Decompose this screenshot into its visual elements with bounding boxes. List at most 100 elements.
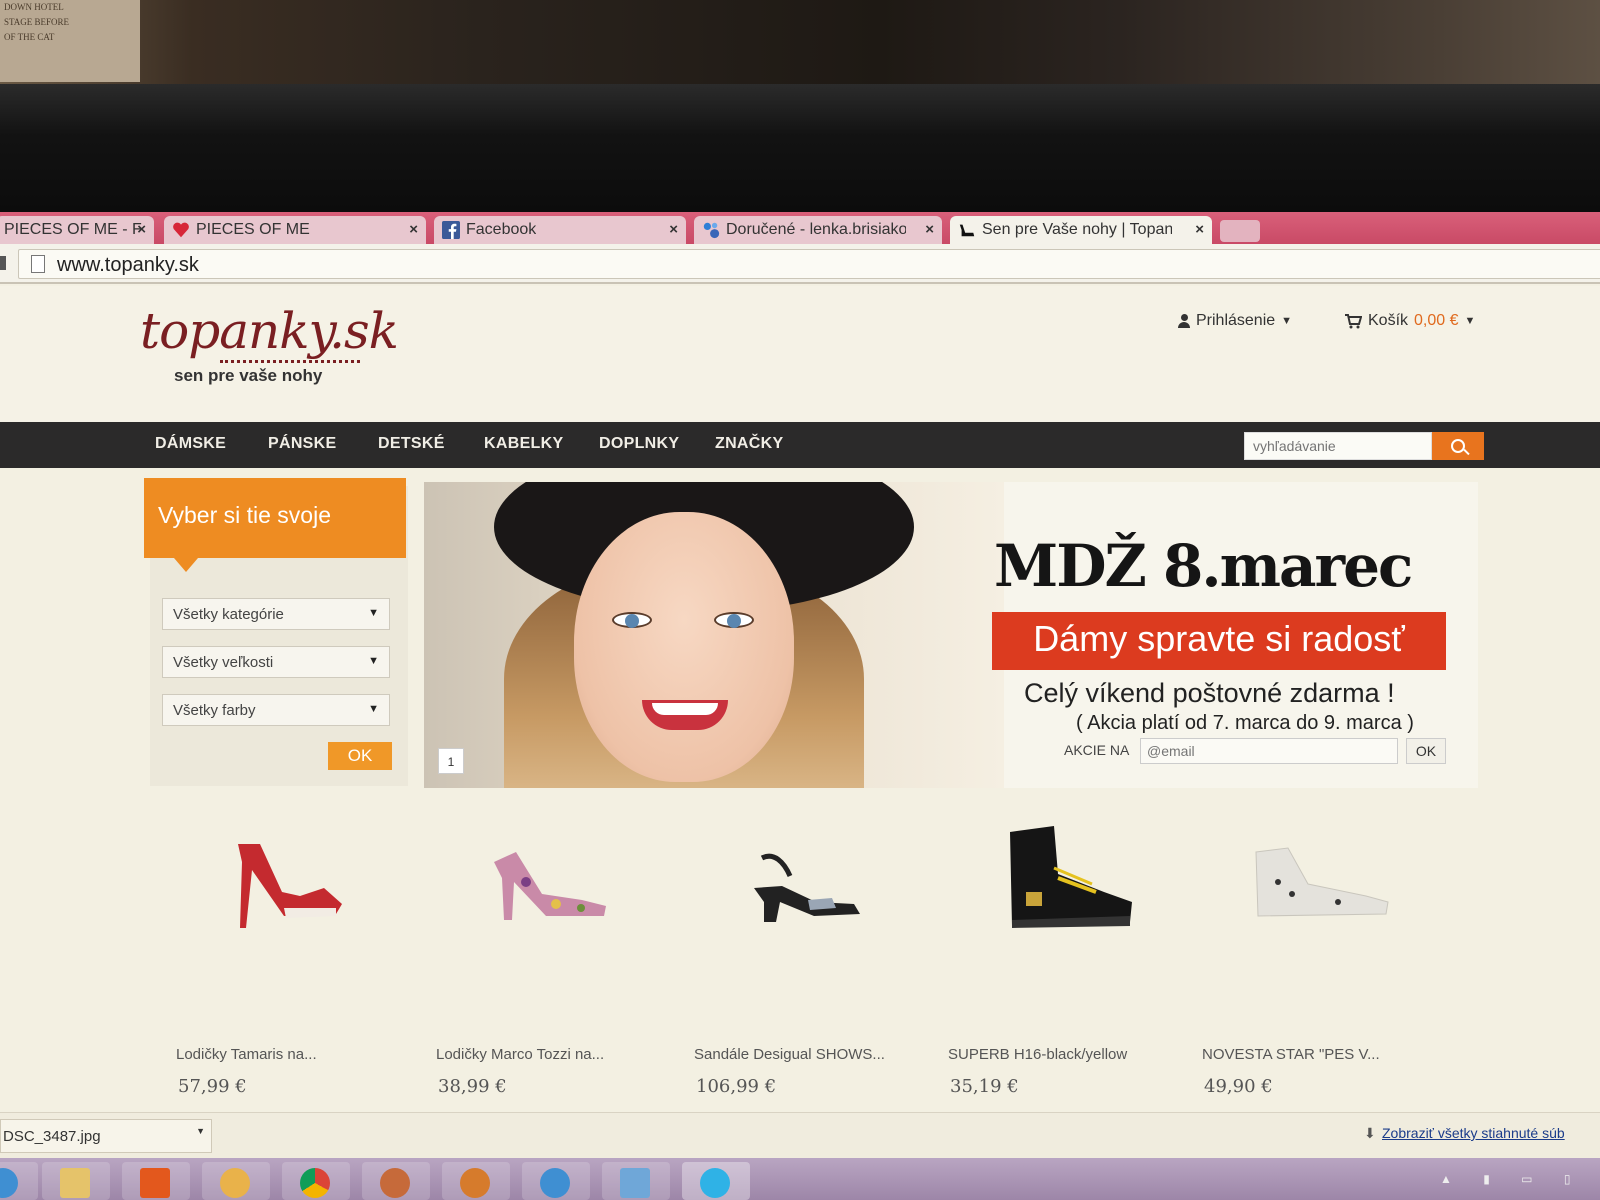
tab-title: PIECES OF ME - F: [4, 221, 142, 238]
filter-ok-button[interactable]: OK: [328, 742, 392, 770]
pump-shoe-image: [494, 852, 606, 920]
product-card[interactable]: NOVESTA STAR "PES V... 49,90 €: [1202, 822, 1432, 1122]
photo-eye: [714, 612, 754, 628]
back-button[interactable]: [0, 256, 6, 270]
banner-photo: 1: [424, 482, 1004, 788]
taskbar-app[interactable]: [442, 1162, 510, 1200]
product-card[interactable]: Sandále Desigual SHOWS... 106,99 €: [694, 822, 924, 1122]
itunes-icon: [540, 1168, 570, 1198]
background-poster: DOWN HOTEL STAGE BEFORE OF THE CAT: [0, 0, 140, 82]
windows-taskbar: ▲ ▮ ▭ ▯: [0, 1158, 1600, 1200]
tab-close-icon[interactable]: ×: [137, 221, 146, 238]
show-all-downloads-link[interactable]: Zobraziť všetky stiahnuté súb: [1382, 1125, 1565, 1141]
tab-title: Sen pre Vaše nohy | Topan: [982, 221, 1172, 238]
app-icon: [620, 1168, 650, 1198]
download-item[interactable]: DSC_3487.jpg ▼: [0, 1119, 212, 1153]
category-select-value: Všetky kategórie: [173, 606, 284, 623]
chrome-icon: [300, 1168, 330, 1198]
photo-smile: [642, 700, 728, 730]
taskbar-office[interactable]: [122, 1162, 190, 1200]
product-name: NOVESTA STAR "PES V...: [1202, 1046, 1380, 1063]
category-select[interactable]: Všetky kategórie ▼: [162, 598, 390, 630]
search-icon: [1451, 439, 1465, 453]
size-select-value: Všetky veľkosti: [173, 654, 274, 671]
chevron-down-icon: ▼: [1281, 315, 1293, 327]
nav-znacky[interactable]: ZNAČKY: [715, 435, 783, 453]
poster-line: DOWN HOTEL: [4, 2, 64, 12]
photo-eye: [612, 612, 652, 628]
slide-indicator[interactable]: 1: [438, 748, 464, 774]
photo-face: [574, 512, 794, 782]
product-filter: Vyber si tie svoje Všetky kategórie ▼ Vš…: [144, 478, 408, 786]
taskbar-app[interactable]: [362, 1162, 430, 1200]
size-select[interactable]: Všetky veľkosti ▼: [162, 646, 390, 678]
filter-title: Vyber si tie svoje: [144, 478, 406, 572]
logo-dots: [220, 360, 360, 363]
tab-close-icon[interactable]: ×: [669, 221, 678, 238]
office-icon: [140, 1168, 170, 1198]
tab-mail[interactable]: Doručené - lenka.brisiakov ×: [694, 216, 942, 244]
system-tray[interactable]: ▲ ▮ ▭ ▯: [1440, 1172, 1584, 1186]
product-price: 49,90 €: [1204, 1076, 1273, 1097]
taskbar-itunes[interactable]: [522, 1162, 590, 1200]
logo-text: topanky.sk: [140, 302, 399, 360]
poster-line: STAGE BEFORE: [4, 17, 70, 27]
mail-icon: [703, 222, 720, 239]
nav-detske[interactable]: DETSKÉ: [378, 435, 445, 453]
search-input[interactable]: [1244, 432, 1432, 460]
taskbar-skype[interactable]: [682, 1162, 750, 1200]
login-menu[interactable]: Prihlásenie ▼: [1178, 312, 1292, 330]
tab-pieces-of-me-1[interactable]: PIECES OF ME - F ×: [0, 216, 154, 244]
paint-icon: [220, 1168, 250, 1198]
color-select-value: Všetky farby: [173, 702, 256, 719]
chevron-down-icon: ▼: [1464, 315, 1476, 327]
nav-panske[interactable]: PÁNSKE: [268, 435, 336, 453]
email-input[interactable]: [1140, 738, 1398, 764]
email-ok-button[interactable]: OK: [1406, 738, 1446, 764]
new-tab-button[interactable]: [1220, 220, 1260, 242]
tab-title: Facebook: [466, 221, 537, 238]
nav-damske[interactable]: DÁMSKE: [155, 435, 226, 453]
tab-title: PIECES OF ME: [196, 221, 310, 238]
app-icon: [460, 1168, 490, 1198]
nav-doplnky[interactable]: DOPLNKY: [599, 435, 679, 453]
cart-icon: [1345, 314, 1362, 329]
tab-close-icon[interactable]: ×: [925, 221, 934, 238]
chevron-down-icon: ▼: [368, 703, 379, 715]
tab-close-icon[interactable]: ×: [409, 221, 418, 238]
app-icon: [380, 1168, 410, 1198]
tab-pieces-of-me-2[interactable]: PIECES OF ME ×: [164, 216, 426, 244]
taskbar-chrome[interactable]: [282, 1162, 350, 1200]
address-bar: www.topanky.sk: [0, 244, 1600, 284]
taskbar-explorer[interactable]: [42, 1162, 110, 1200]
monitor-bezel: [0, 84, 1600, 214]
poster-line: OF THE CAT: [4, 32, 55, 42]
main-nav: DÁMSKE PÁNSKE DETSKÉ KABELKY DOPLNKY ZNA…: [0, 422, 1600, 468]
download-bar: DSC_3487.jpg ▼ ⬇ Zobraziť všetky stiahnu…: [0, 1112, 1600, 1158]
search-button[interactable]: [1432, 432, 1484, 460]
tab-facebook[interactable]: Facebook ×: [434, 216, 686, 244]
product-card[interactable]: Lodičky Marco Tozzi na... 38,99 €: [436, 822, 666, 1122]
product-card[interactable]: Lodičky Tamaris na... 57,99 €: [176, 822, 406, 1122]
sandal-image: [754, 853, 860, 922]
akcie-label: AKCIE NA: [1064, 742, 1130, 758]
tab-close-icon[interactable]: ×: [1195, 221, 1204, 238]
promo-banner[interactable]: 1 MDŽ 8.marec Dámy spravte si radosť Cel…: [424, 482, 1478, 788]
background-room: [0, 0, 1600, 90]
site-logo[interactable]: topanky.sk sen pre vaše nohy: [140, 302, 399, 385]
facebook-icon: [442, 221, 460, 239]
taskbar-paint[interactable]: [202, 1162, 270, 1200]
tab-topanky[interactable]: Sen pre Vaše nohy | Topan ×: [950, 216, 1212, 244]
cart-menu[interactable]: Košík 0,00 € ▼: [1344, 312, 1475, 330]
chevron-down-icon: ▼: [196, 1126, 205, 1136]
folder-icon: [60, 1168, 90, 1198]
chevron-down-icon: ▼: [368, 655, 379, 667]
color-select[interactable]: Všetky farby ▼: [162, 694, 390, 726]
start-button[interactable]: [0, 1162, 38, 1200]
taskbar-app[interactable]: [602, 1162, 670, 1200]
url-field[interactable]: www.topanky.sk: [18, 249, 1600, 279]
nav-kabelky[interactable]: KABELKY: [484, 435, 563, 453]
product-card[interactable]: SUPERB H16-black/yellow 35,19 €: [948, 822, 1178, 1122]
heart-icon: [173, 222, 189, 238]
download-file-name: DSC_3487.jpg: [3, 1128, 101, 1145]
